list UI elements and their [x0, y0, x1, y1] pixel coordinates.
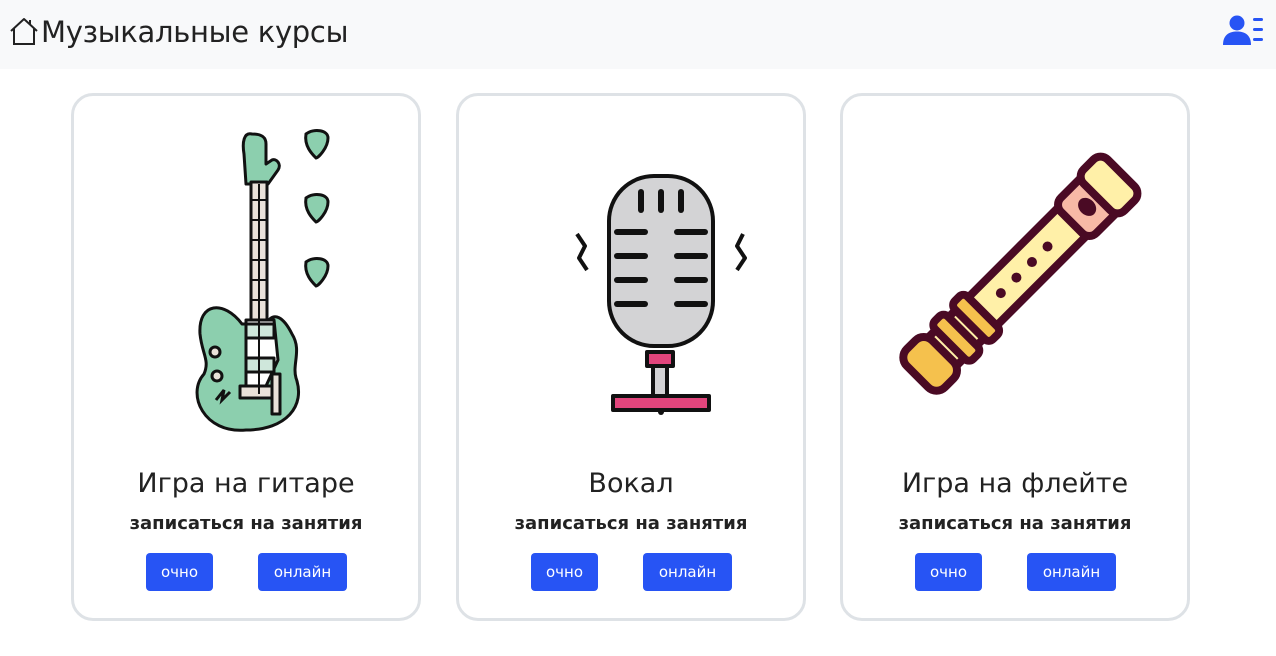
- course-title: Вокал: [588, 468, 674, 499]
- online-button[interactable]: онлайн: [1027, 553, 1116, 591]
- course-subtitle: записаться на занятия: [514, 513, 748, 534]
- brand-title: Музыкальные курсы: [41, 15, 349, 49]
- online-button[interactable]: онлайн: [258, 553, 347, 591]
- offline-button[interactable]: очно: [146, 553, 213, 591]
- flute-illustration: [899, 152, 1142, 395]
- brand-link[interactable]: Музыкальные курсы: [8, 14, 348, 50]
- course-card-vocal: Вокал записаться на занятия очно онлайн: [456, 93, 806, 621]
- course-image: [74, 124, 418, 434]
- offline-button[interactable]: очно: [531, 553, 598, 591]
- house-icon: [10, 18, 38, 45]
- course-subtitle: записаться на занятия: [898, 513, 1132, 534]
- user-menu-button[interactable]: [1223, 14, 1265, 46]
- course-card-guitar: Игра на гитаре записаться на занятия очн…: [71, 93, 421, 621]
- user-list-icon: [1223, 15, 1263, 45]
- course-title: Игра на флейте: [901, 468, 1129, 499]
- course-image: [843, 124, 1187, 434]
- course-subtitle: записаться на занятия: [129, 513, 363, 534]
- navbar: Музыкальные курсы: [0, 0, 1276, 69]
- course-card-flute: Игра на флейте записаться на занятия очн…: [840, 93, 1190, 621]
- course-image: [459, 124, 803, 434]
- guitar-illustration: [195, 129, 330, 432]
- course-title: Игра на гитаре: [137, 468, 355, 499]
- microphone-illustration: [575, 174, 747, 415]
- online-button[interactable]: онлайн: [643, 553, 732, 591]
- offline-button[interactable]: очно: [915, 553, 982, 591]
